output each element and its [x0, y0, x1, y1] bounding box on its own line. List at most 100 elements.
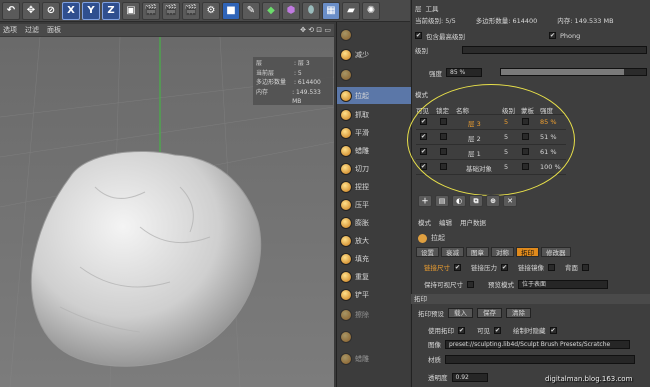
tab-stamp-image[interactable]: 图章: [466, 247, 489, 257]
subdivision-icon[interactable]: ◆: [262, 1, 280, 20]
brush-item-inflate[interactable]: 膨胀: [337, 214, 411, 231]
back-checkbox[interactable]: [582, 263, 589, 271]
include-higher-checkbox[interactable]: ✔: [415, 32, 422, 39]
add-layer-icon[interactable]: ＋: [418, 195, 432, 207]
add-folder-icon[interactable]: ▤: [435, 195, 449, 207]
subtab-user-data[interactable]: 用户数据: [460, 217, 486, 227]
layer-strength[interactable]: 85 %: [540, 118, 557, 126]
pen-icon[interactable]: ✎: [242, 1, 260, 20]
load-button[interactable]: 载入: [448, 308, 473, 318]
table-row[interactable]: ✔ 层 1 5 61 %: [416, 145, 566, 160]
clapper-icon[interactable]: 🎬: [182, 1, 200, 20]
lock-checkbox[interactable]: [440, 148, 447, 155]
brush-item-scrape[interactable]: 铲平: [337, 286, 411, 303]
merge-icon[interactable]: ⊕: [486, 195, 500, 207]
use-stamp-checkbox[interactable]: ✔: [458, 326, 465, 334]
brush-item[interactable]: [337, 328, 411, 345]
save-button[interactable]: 保存: [477, 308, 502, 318]
world-icon[interactable]: ▣: [122, 1, 140, 20]
brush-item-reduce[interactable]: 减少: [337, 46, 411, 63]
scene-icon[interactable]: ⬮: [302, 1, 320, 20]
subtab-edit[interactable]: 编辑: [439, 217, 452, 227]
brush-item-wax[interactable]: 蜡雕: [337, 142, 411, 159]
menu-panel[interactable]: 面板: [47, 25, 61, 35]
deformer-icon[interactable]: ⬢: [282, 1, 300, 20]
brush-item[interactable]: [337, 26, 411, 43]
visible-checkbox[interactable]: ✔: [494, 326, 501, 334]
preview-mode-select[interactable]: 位于表面: [518, 279, 608, 289]
visible-checkbox[interactable]: ✔: [420, 133, 427, 140]
y-axis-button[interactable]: Y: [82, 1, 100, 20]
lock-checkbox[interactable]: [440, 163, 447, 170]
brush-item-fill[interactable]: 填充: [337, 250, 411, 267]
tab-layer[interactable]: 层: [415, 3, 422, 13]
material-field[interactable]: [445, 354, 635, 364]
brush-label: 平滑: [355, 128, 369, 137]
light-icon[interactable]: ✺: [362, 1, 380, 20]
menu-options[interactable]: 选项: [3, 25, 17, 35]
brush-item-repeat[interactable]: 重复: [337, 268, 411, 285]
image-path-field[interactable]: preset://sculpting.lib4d/Sculpt Brush Pr…: [445, 339, 630, 349]
mask-checkbox[interactable]: [522, 133, 529, 140]
z-axis-button[interactable]: Z: [102, 1, 120, 20]
mask-checkbox[interactable]: [522, 118, 529, 125]
visible-checkbox[interactable]: ✔: [420, 148, 427, 155]
table-row[interactable]: ✔ 层 2 5 51 %: [416, 130, 566, 145]
delete-icon[interactable]: ✕: [503, 195, 517, 207]
tab-settings[interactable]: 设置: [416, 247, 439, 257]
layer-strength[interactable]: 51 %: [540, 133, 557, 141]
brush-item-smooth[interactable]: 平滑: [337, 124, 411, 141]
tab-symmetry[interactable]: 对称: [491, 247, 514, 257]
brush-item-grab[interactable]: 抓取: [337, 106, 411, 123]
move-icon[interactable]: ✥: [22, 1, 40, 20]
mask-checkbox[interactable]: [522, 148, 529, 155]
layer-strength[interactable]: 61 %: [540, 148, 557, 156]
link-size-checkbox[interactable]: ✔: [454, 263, 461, 271]
brush-item[interactable]: [337, 66, 411, 83]
subtab-mode[interactable]: 模式: [418, 217, 431, 227]
clapper-icon[interactable]: 🎬: [142, 1, 160, 20]
level-slider[interactable]: [462, 46, 647, 54]
lock-icon[interactable]: ⊘: [42, 1, 60, 20]
brush-item-wax-2[interactable]: 蜡雕: [337, 350, 411, 367]
phong-checkbox[interactable]: ✔: [549, 32, 556, 39]
brush-item-pinch[interactable]: 捏捏: [337, 178, 411, 195]
cube-icon[interactable]: ■: [222, 1, 240, 20]
stamp-section-header[interactable]: 拓印: [411, 294, 650, 304]
tab-modifier[interactable]: 修改器: [541, 247, 571, 257]
visible-checkbox[interactable]: ✔: [420, 118, 427, 125]
brush-item-magnify[interactable]: 放大: [337, 232, 411, 249]
floor-icon[interactable]: ▦: [322, 1, 340, 20]
menu-filter[interactable]: 过滤: [25, 25, 39, 35]
layer-strength[interactable]: 100 %: [540, 163, 561, 171]
clapper-icon[interactable]: 🎬: [162, 1, 180, 20]
viewport-nav-icons[interactable]: ✥ ⟲ ⊡ ▭: [300, 26, 334, 34]
tab-tools[interactable]: 工具: [426, 3, 439, 13]
link-pressure-checkbox[interactable]: ✔: [501, 263, 508, 271]
brush-item-erase[interactable]: 擦除: [337, 306, 411, 323]
visible-checkbox[interactable]: ✔: [420, 163, 427, 170]
tab-falloff[interactable]: 衰减: [441, 247, 464, 257]
draw-hidden-checkbox[interactable]: ✔: [549, 326, 557, 334]
x-axis-button[interactable]: X: [62, 1, 80, 20]
clear-button[interactable]: 清除: [506, 308, 531, 318]
table-row[interactable]: ✔ 层 3 5 85 %: [416, 115, 566, 130]
table-row[interactable]: ✔ 基础对象 5 100 %: [416, 160, 566, 175]
tab-stamp[interactable]: 拓印: [516, 247, 539, 257]
strength-field[interactable]: 85 %: [446, 68, 482, 77]
copy-icon[interactable]: ⧉: [469, 195, 483, 207]
lock-checkbox[interactable]: [440, 118, 447, 125]
lock-checkbox[interactable]: [440, 133, 447, 140]
opacity-field[interactable]: 0.92: [451, 372, 488, 382]
brush-item-flatten[interactable]: 压平: [337, 196, 411, 213]
brush-item-knife[interactable]: 切刀: [337, 160, 411, 177]
strength-slider[interactable]: [500, 68, 647, 76]
brush-item-pull[interactable]: 拉起: [337, 87, 411, 104]
undo-icon[interactable]: ↶: [2, 1, 20, 20]
camera-icon[interactable]: ▰: [342, 1, 360, 20]
render-settings-icon[interactable]: ⚙: [202, 1, 220, 20]
mask-icon[interactable]: ◐: [452, 195, 466, 207]
mask-checkbox[interactable]: [522, 163, 529, 170]
link-mirror-checkbox[interactable]: [548, 263, 555, 271]
keep-visible-checkbox[interactable]: [467, 280, 474, 288]
